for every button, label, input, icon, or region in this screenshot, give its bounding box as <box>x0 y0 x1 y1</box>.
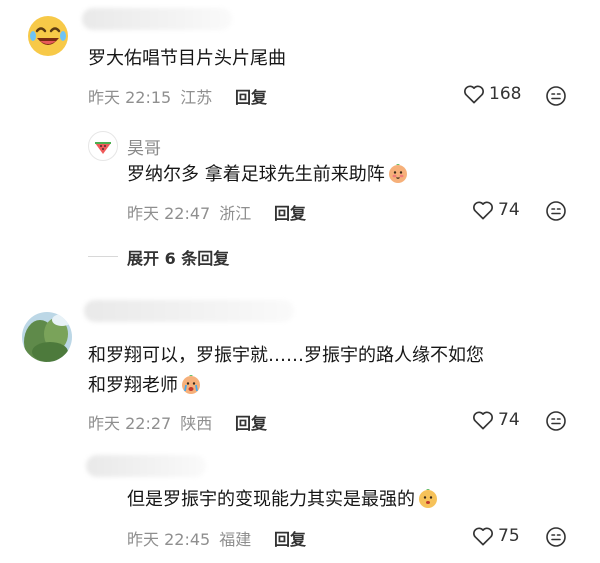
heart-icon <box>473 201 493 220</box>
expand-replies-button[interactable]: 展开 6 条回复 <box>127 245 229 269</box>
blurred-username <box>84 300 294 322</box>
like-count: 74 <box>498 410 520 430</box>
reply-button[interactable]: 回复 <box>235 84 267 108</box>
comment-text-line-1: 和罗翔可以，罗振宇就……罗振宇的路人缘不如您 <box>88 345 484 366</box>
comment-location: 江苏 <box>180 88 213 107</box>
comment-text: 和罗翔可以，罗振宇就……罗振宇的路人缘不如您 和罗翔老师 <box>88 341 484 401</box>
like-count: 75 <box>498 526 520 546</box>
laughing-emoji-avatar[interactable] <box>26 14 70 58</box>
reply-location: 浙江 <box>219 204 252 223</box>
user-avatar[interactable] <box>22 312 72 362</box>
reply-text: 罗纳尔多 拿着足球先生前来助阵 <box>127 160 409 190</box>
heart-icon <box>473 411 493 430</box>
reply-button[interactable]: 回复 <box>274 526 306 550</box>
reply-username[interactable]: 昊哥 <box>127 134 161 159</box>
reply-meta: 昨天 22:45 福建 <box>127 526 251 550</box>
blurred-username <box>82 8 232 30</box>
comment-text-line-2-content: 和罗翔老师 <box>88 375 178 396</box>
crying-face-emoji <box>182 375 200 394</box>
reply-button[interactable]: 回复 <box>274 200 306 224</box>
sticker-icon[interactable] <box>545 85 567 107</box>
comment-text: 罗大佑唱节目片头片尾曲 <box>88 48 286 69</box>
comment-location: 陕西 <box>180 414 213 433</box>
watermelon-avatar[interactable] <box>88 131 118 161</box>
like-count: 74 <box>498 200 520 220</box>
comment-time: 昨天 22:15 <box>88 88 172 107</box>
like-button[interactable]: 75 <box>472 526 520 546</box>
reply-text-content: 罗纳尔多 拿着足球先生前来助阵 <box>127 164 385 185</box>
expand-divider <box>88 256 118 257</box>
reply-time: 昨天 22:47 <box>127 204 211 223</box>
reply-text-content: 但是罗振宇的变现能力其实是最强的 <box>127 489 415 510</box>
reply-time: 昨天 22:45 <box>127 530 211 549</box>
reply-location: 福建 <box>219 530 252 549</box>
reply-text: 但是罗振宇的变现能力其实是最强的 <box>127 485 439 515</box>
face-emoji <box>419 489 437 508</box>
comment-text-line-2: 和罗翔老师 <box>88 371 484 401</box>
heart-icon <box>473 527 493 546</box>
sticker-icon[interactable] <box>545 200 567 222</box>
blurred-reply-header <box>86 455 206 477</box>
like-count: 168 <box>489 84 522 104</box>
like-button[interactable]: 74 <box>472 410 520 430</box>
heart-icon <box>464 85 484 104</box>
reply-meta: 昨天 22:47 浙江 <box>127 200 251 224</box>
face-emoji <box>388 164 407 183</box>
sticker-icon[interactable] <box>545 526 567 548</box>
comment-meta: 昨天 22:27 陕西 <box>88 410 212 434</box>
like-button[interactable]: 74 <box>472 200 520 220</box>
comment-time: 昨天 22:27 <box>88 414 172 433</box>
reply-button[interactable]: 回复 <box>235 410 267 434</box>
like-button[interactable]: 168 <box>463 84 521 104</box>
sticker-icon[interactable] <box>545 410 567 432</box>
comment-meta: 昨天 22:15 江苏 <box>88 84 212 108</box>
